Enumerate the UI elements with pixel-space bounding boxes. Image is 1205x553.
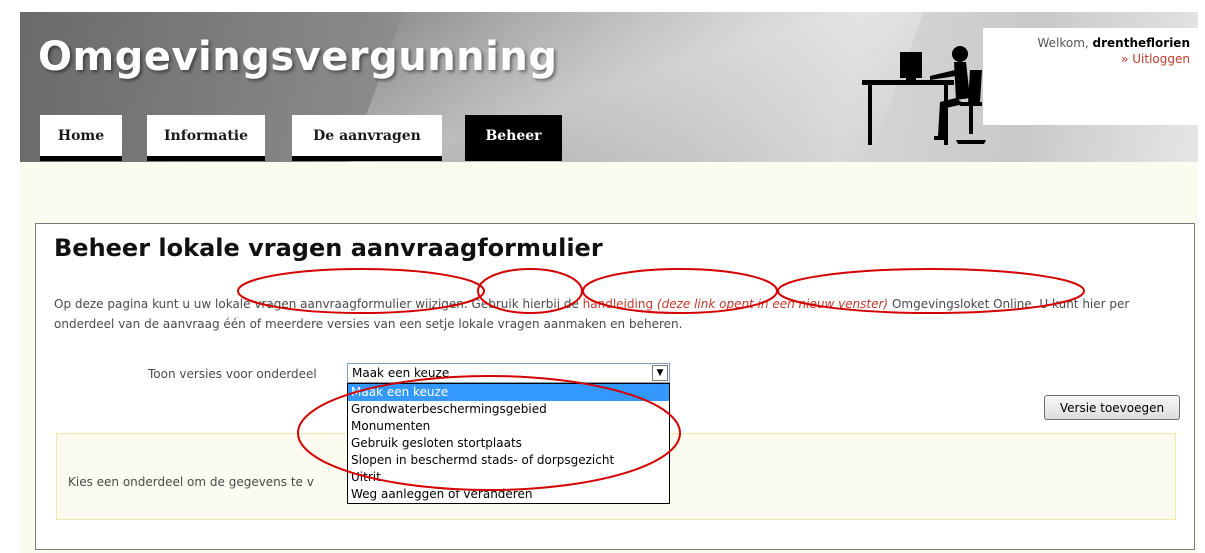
main-panel: Beheer lokale vragen aanvraagformulier O… bbox=[35, 223, 1195, 550]
tab-de-aanvragen[interactable]: De aanvragen bbox=[292, 115, 442, 161]
intro-text-part1: Op deze pagina kunt u uw lokale vragen a… bbox=[54, 297, 583, 311]
tab-beheer[interactable]: Beheer bbox=[465, 115, 562, 161]
page-title: Beheer lokale vragen aanvraagformulier bbox=[54, 234, 603, 262]
dropdown-option-uitrit[interactable]: Uitrit bbox=[348, 469, 669, 486]
intro-text: Op deze pagina kunt u uw lokale vragen a… bbox=[54, 294, 1192, 334]
onderdeel-select-label: Toon versies voor onderdeel bbox=[148, 367, 317, 381]
username: drentheflorien bbox=[1092, 36, 1190, 50]
dropdown-option-grondwaterbeschermingsgebied[interactable]: Grondwaterbeschermingsgebied bbox=[348, 401, 669, 418]
add-version-button[interactable]: Versie toevoegen bbox=[1044, 395, 1180, 420]
handleiding-link[interactable]: handleiding bbox=[583, 297, 653, 311]
welcome-line: Welkom, drentheflorien bbox=[983, 36, 1190, 50]
tab-home[interactable]: Home bbox=[40, 115, 122, 161]
dropdown-option-gebruik-gesloten-stortplaats[interactable]: Gebruik gesloten stortplaats bbox=[348, 435, 669, 452]
onderdeel-select[interactable]: Maak een keuze ▼ bbox=[347, 363, 670, 383]
dropdown-option-monumenten[interactable]: Monumenten bbox=[348, 418, 669, 435]
dropdown-option-weg-aanleggen[interactable]: Weg aanleggen of veranderen bbox=[348, 486, 669, 503]
onderdeel-select-value: Maak een keuze bbox=[352, 366, 450, 380]
onderdeel-dropdown-list: Maak een keuze Grondwaterbeschermingsgeb… bbox=[347, 383, 670, 504]
chevron-down-icon[interactable]: ▼ bbox=[652, 365, 668, 381]
dropdown-option-maak-een-keuze[interactable]: Maak een keuze bbox=[348, 384, 669, 401]
hint-text: Kies een onderdeel om de gegevens te v bbox=[68, 475, 314, 489]
logout-link[interactable]: » Uitloggen bbox=[983, 52, 1190, 66]
tab-informatie[interactable]: Informatie bbox=[147, 115, 265, 161]
welcome-box: Welkom, drentheflorien » Uitloggen bbox=[983, 28, 1198, 125]
app-title: Omgevingsvergunning bbox=[38, 34, 558, 80]
handleiding-link-note: (deze link opent in een nieuw venster) bbox=[656, 297, 889, 311]
dropdown-option-slopen-beschermd-gezicht[interactable]: Slopen in beschermd stads- of dorpsgezic… bbox=[348, 452, 669, 469]
welcome-prefix: Welkom, bbox=[1037, 36, 1089, 50]
